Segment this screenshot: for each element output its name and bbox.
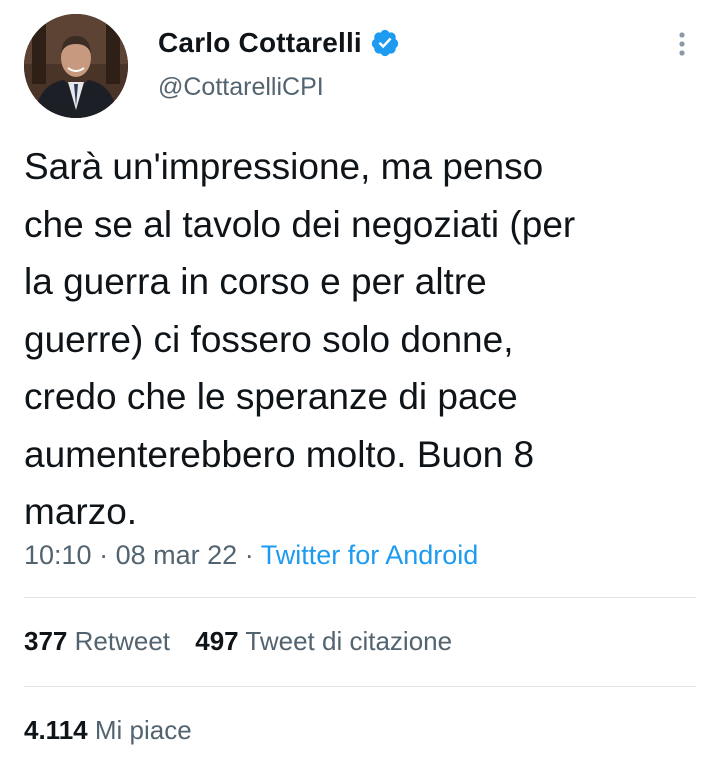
- likes-stats-row: 4.114 Mi piace: [24, 715, 192, 746]
- tweet-source-link[interactable]: Twitter for Android: [261, 540, 479, 570]
- quotes-label: Tweet di citazione: [245, 626, 453, 656]
- likes-label: Mi piace: [94, 715, 192, 745]
- verified-badge-icon: [370, 28, 400, 58]
- retweets-count: 377: [24, 626, 68, 656]
- tweet-card: Carlo Cottarelli @CottarelliCPI Sarà un'…: [0, 0, 720, 771]
- author-name-row: Carlo Cottarelli: [158, 27, 400, 59]
- meta-separator: ·: [244, 540, 254, 570]
- likes-count: 4.114: [24, 715, 88, 745]
- more-options-icon[interactable]: [672, 30, 692, 60]
- quotes-stat[interactable]: 497 Tweet di citazione: [195, 626, 452, 657]
- tweet-time[interactable]: 10:10: [24, 540, 92, 570]
- retweets-stat[interactable]: 377 Retweet: [24, 626, 170, 657]
- tweet-date[interactable]: 08 mar 22: [116, 540, 238, 570]
- author-handle[interactable]: @CottarelliCPI: [158, 73, 324, 102]
- divider: [24, 597, 696, 598]
- quotes-count: 497: [195, 626, 239, 656]
- meta-separator: ·: [99, 540, 109, 570]
- author-display-name[interactable]: Carlo Cottarelli: [158, 27, 362, 59]
- profile-photo-icon: [24, 14, 128, 118]
- retweets-label: Retweet: [74, 626, 171, 656]
- tweet-text: Sarà un'impressione, ma penso che se al …: [24, 146, 576, 532]
- divider: [24, 686, 696, 687]
- author-avatar[interactable]: [24, 14, 128, 118]
- engagement-stats-row: 377 Retweet 497 Tweet di citazione: [24, 626, 452, 657]
- tweet-meta: 10:10 · 08 mar 22 · Twitter for Android: [24, 540, 478, 571]
- likes-stat[interactable]: 4.114 Mi piace: [24, 715, 192, 746]
